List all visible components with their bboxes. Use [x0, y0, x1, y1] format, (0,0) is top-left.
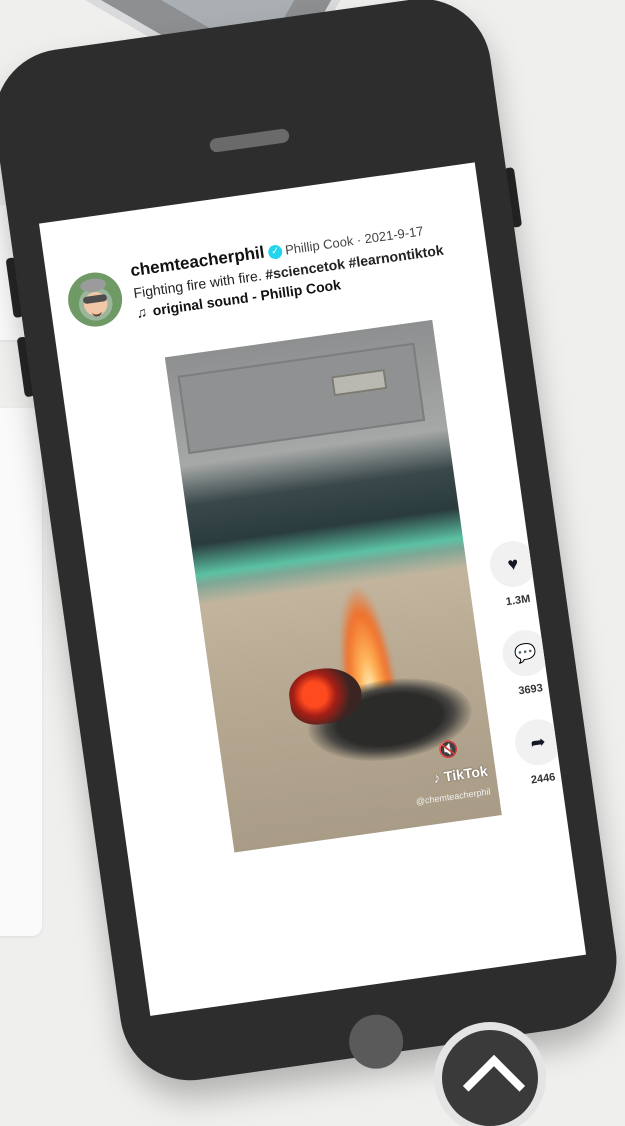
avatar-smile	[91, 308, 103, 318]
home-button	[345, 1011, 407, 1073]
post-info: chemteacherphil ✓ Phillip Cook · 2021-9-17…	[129, 214, 478, 321]
watermark-label: TikTok	[442, 762, 489, 785]
action-bar: ♥ 1.3M 💬 3693 ➦ 2446	[484, 538, 573, 813]
phone-screen: chemteacherphil ✓ Phillip Cook · 2021-9-17…	[38, 162, 587, 1016]
chevron-up-icon	[462, 1054, 526, 1118]
verified-check-icon: ✓	[267, 244, 284, 260]
tiktok-watermark: ♪ TikTok	[432, 762, 489, 787]
comment-action: 💬 3693	[497, 627, 561, 723]
comment-button[interactable]: 💬	[499, 627, 552, 680]
scroll-to-top-button[interactable]	[442, 1030, 538, 1126]
share-action: ➦ 2446	[509, 716, 573, 812]
heart-icon: ♥	[506, 552, 520, 575]
avatar[interactable]	[64, 269, 126, 331]
like-button[interactable]: ♥	[487, 538, 539, 590]
speaker-mute-icon[interactable]: 🔇	[437, 739, 460, 762]
avatar-glasses	[82, 293, 108, 305]
phone-body: chemteacherphil ✓ Phillip Cook · 2021-9-17…	[0, 0, 625, 1090]
comment-bubble-icon: 💬	[512, 641, 538, 665]
like-count: 1.3M	[505, 592, 532, 609]
share-count: 2446	[530, 771, 557, 787]
video-cabinet-handle	[331, 368, 388, 397]
music-note-icon: ♫	[135, 303, 148, 321]
like-action: ♥ 1.3M	[484, 538, 548, 634]
avatar-hair	[79, 276, 107, 294]
share-button[interactable]: ➦	[512, 716, 565, 769]
video-player[interactable]: 🔇 ♪ TikTok @chemteacherphil	[164, 319, 502, 853]
phone-speaker	[208, 128, 291, 154]
video-cabinet	[177, 342, 426, 455]
watermark-username: @chemteacherphil	[415, 786, 492, 807]
phone-mockup: chemteacherphil ✓ Phillip Cook · 2021-9-17…	[0, 0, 625, 1090]
share-arrow-icon: ➦	[529, 730, 547, 753]
background-card-bottom	[0, 408, 42, 936]
comment-count: 3693	[517, 682, 544, 698]
